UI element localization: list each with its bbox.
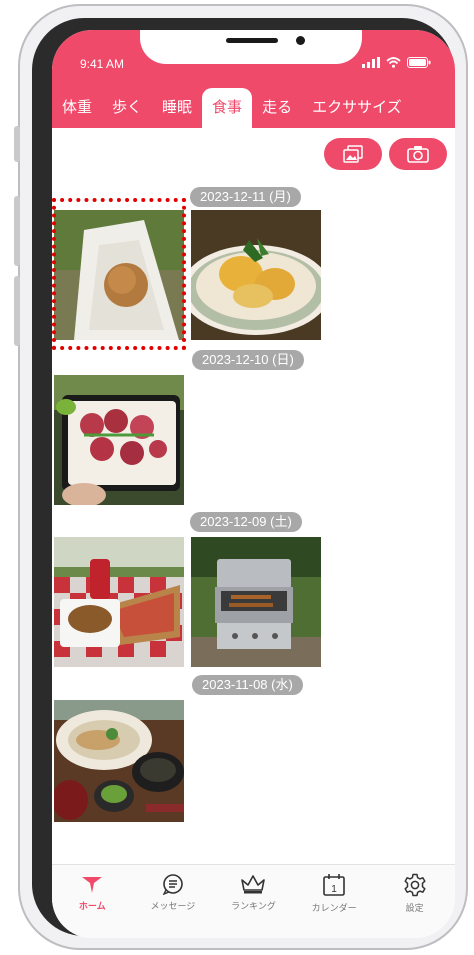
nav-messages-label: メッセージ	[150, 902, 196, 912]
nav-settings[interactable]: 設定	[374, 865, 455, 938]
nav-home[interactable]: ホーム	[52, 865, 133, 938]
camera-button[interactable]	[389, 138, 447, 170]
home-icon	[82, 877, 103, 893]
tab-weight[interactable]: 体重	[52, 88, 102, 128]
date-header: 2023-11-08 (水)	[192, 675, 303, 695]
nav-messages[interactable]: メッセージ	[133, 865, 214, 938]
date-header: 2023-12-10 (日)	[192, 350, 304, 370]
date-header: 2023-12-09 (土)	[190, 512, 302, 532]
calendar-day-number: 1	[331, 884, 337, 895]
tab-sleep[interactable]: 睡眠	[152, 88, 202, 128]
meal-photo-grill[interactable]	[191, 537, 321, 667]
status-icons	[362, 57, 431, 68]
app-screen: 9:41 AM 体重 歩く 睡眠 食事 走る エクササイズ 2023-12-11…	[52, 30, 455, 938]
tab-meal[interactable]: 食事	[202, 88, 253, 128]
meal-photo-poke[interactable]	[54, 375, 184, 505]
date-header: 2023-12-11 (月)	[190, 187, 301, 207]
tab-walk[interactable]: 歩く	[102, 88, 152, 128]
wifi-icon	[386, 57, 401, 68]
gear-icon	[404, 873, 426, 897]
signal-icon	[362, 57, 380, 68]
volume-up-button	[14, 196, 20, 266]
status-time: 9:41 AM	[80, 57, 125, 71]
bottom-navigation: ホーム メッセージ ランキング 1 カレンダー 設定	[52, 864, 455, 938]
camera-icon	[407, 146, 429, 163]
calendar-icon: 1	[323, 874, 345, 896]
message-icon	[162, 874, 183, 895]
nav-calendar[interactable]: 1 カレンダー	[294, 865, 375, 938]
nav-ranking-label: ランキング	[231, 902, 276, 912]
meal-photo-set-meal-image	[54, 700, 184, 822]
nav-ranking[interactable]: ランキング	[213, 865, 294, 938]
meal-photo-pizza-image	[54, 537, 184, 667]
meal-photo-skewers[interactable]	[191, 210, 321, 340]
meal-photo-poke-image	[54, 375, 184, 505]
nav-settings-label: 設定	[405, 904, 424, 914]
phone-notch	[140, 30, 362, 64]
front-camera	[296, 36, 305, 45]
nav-calendar-label: カレンダー	[311, 904, 357, 914]
crown-icon	[241, 875, 266, 894]
gallery-icon	[343, 145, 363, 163]
gallery-button[interactable]	[324, 138, 382, 170]
tab-run[interactable]: 走る	[252, 88, 302, 128]
meal-photo-skewers-image	[191, 210, 321, 340]
mute-switch	[14, 126, 20, 162]
volume-down-button	[14, 276, 20, 346]
category-tabs: 体重 歩く 睡眠 食事 走る エクササイズ	[52, 88, 455, 128]
meal-photo-pizza[interactable]	[54, 537, 184, 667]
meal-photo-set-meal[interactable]	[54, 700, 184, 830]
selected-photo-highlight	[52, 198, 186, 350]
tab-exercise[interactable]: エクササイズ	[302, 88, 412, 128]
battery-icon	[407, 57, 431, 68]
speaker-grille	[226, 38, 278, 43]
nav-home-label: ホーム	[78, 902, 106, 912]
meal-photo-grill-image	[191, 537, 321, 667]
